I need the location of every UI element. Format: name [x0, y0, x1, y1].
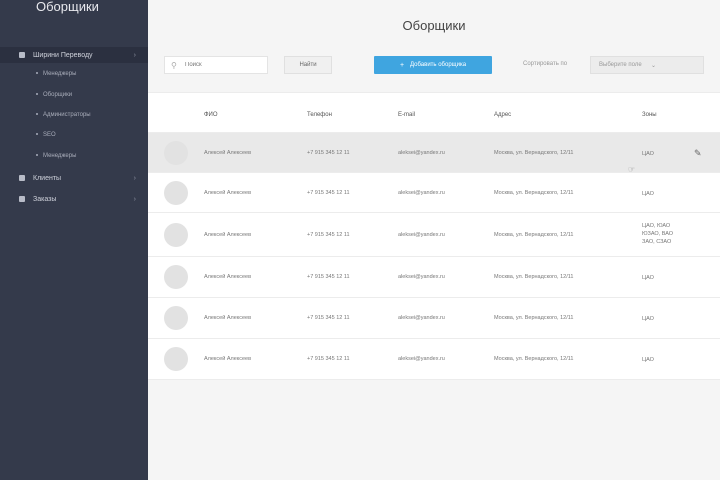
avatar: [164, 181, 188, 205]
cell-zones: ЦАО: [642, 357, 654, 363]
cell-email: aleksei@yandex.ru: [398, 315, 445, 321]
cell-zones: ЦАО: [642, 275, 654, 281]
avatar: [164, 141, 188, 165]
cell-address: Москва, ул. Вернадского, 12/11: [494, 150, 574, 156]
cell-zones: ЦАО: [642, 316, 654, 322]
users-icon: [19, 175, 25, 181]
cell-address: Москва, ул. Вернадского, 12/11: [494, 232, 574, 238]
chevron-right-icon: ›: [133, 51, 136, 59]
cell-zones: ЦАО: [642, 151, 654, 157]
bullet-icon: [36, 72, 38, 75]
table-header: ФИО Телефон E-mail Адрес Зоны: [148, 93, 720, 133]
chevron-right-icon: ›: [133, 195, 136, 203]
plus-icon: +: [399, 61, 405, 69]
table-row[interactable]: Алексей Алексеев +7 915 345 12 11 alekse…: [148, 133, 720, 174]
collectors-table: ФИО Телефон E-mail Адрес Зоны Алексей Ал…: [148, 92, 720, 380]
main-content: Оборщики ⚲ Найти + Добавить оборщика Сор…: [148, 0, 720, 480]
cell-phone: +7 915 345 12 11: [307, 150, 350, 156]
sidebar-group-label: Ширини Переводу: [33, 51, 93, 59]
bullet-icon: [36, 154, 38, 157]
column-header-email[interactable]: E-mail: [398, 112, 415, 118]
add-collector-button[interactable]: + Добавить оборщика: [374, 56, 492, 74]
cell-zones: ЦАО: [642, 191, 654, 197]
avatar: [164, 265, 188, 289]
sort-selected-value: Выберите поле: [599, 62, 642, 68]
cell-address: Москва, ул. Вернадского, 12/11: [494, 190, 574, 196]
cell-phone: +7 915 345 12 11: [307, 190, 350, 196]
cell-name: Алексей Алексеев: [204, 356, 252, 362]
column-header-address[interactable]: Адрес: [494, 112, 511, 118]
cell-phone: +7 915 345 12 11: [307, 274, 350, 280]
sidebar-subitem[interactable]: Менеджеры: [36, 71, 76, 77]
app-logo: Оборщики: [36, 0, 99, 14]
search-button[interactable]: Найти: [284, 56, 332, 74]
chevron-right-icon: ›: [133, 174, 136, 182]
cell-zones: ЦАО, ЮАО ЮЗАО, ВАО ЗАО, СЗАО: [642, 223, 674, 245]
cell-email: aleksei@yandex.ru: [398, 356, 445, 362]
cell-name: Алексей Алексеев: [204, 150, 252, 156]
pencil-icon[interactable]: ✎: [694, 148, 704, 158]
sidebar-group-1[interactable]: Клиенты ›: [0, 170, 148, 186]
sidebar-group-0[interactable]: Ширини Переводу ›: [0, 47, 148, 63]
cell-email: aleksei@yandex.ru: [398, 190, 445, 196]
table-row[interactable]: Алексей Алексеев +7 915 345 12 11 alekse…: [148, 339, 720, 380]
chevron-down-icon: ⌄: [651, 62, 657, 69]
search-input[interactable]: [185, 62, 265, 68]
cell-name: Алексей Алексеев: [204, 232, 252, 238]
search-box[interactable]: ⚲: [164, 56, 268, 74]
avatar: [164, 306, 188, 330]
table-row[interactable]: Алексей Алексеев +7 915 345 12 11 alekse…: [148, 213, 720, 257]
search-icon: ⚲: [171, 60, 177, 70]
cell-phone: +7 915 345 12 11: [307, 356, 350, 362]
sidebar-subitem[interactable]: Администраторы: [36, 112, 91, 118]
sidebar-group-2[interactable]: Заказы ›: [0, 191, 148, 207]
cell-phone: +7 915 345 12 11: [307, 232, 350, 238]
table-row[interactable]: Алексей Алексеев +7 915 345 12 11 alekse…: [148, 257, 720, 298]
cell-name: Алексей Алексеев: [204, 190, 252, 196]
sidebar-subitem[interactable]: Оборщики: [36, 92, 72, 98]
cell-email: aleksei@yandex.ru: [398, 150, 445, 156]
sort-select[interactable]: Выберите поле ⌄: [590, 56, 704, 74]
sidebar: Оборщики Ширини Переводу › Менеджеры Обо…: [0, 0, 148, 480]
cell-email: aleksei@yandex.ru: [398, 274, 445, 280]
sort-label: Сортировать по: [523, 61, 568, 67]
add-collector-label: Добавить оборщика: [410, 62, 467, 68]
cell-address: Москва, ул. Вернадского, 12/11: [494, 274, 574, 280]
sidebar-group-label: Клиенты: [33, 174, 62, 182]
bullet-icon: [36, 113, 38, 116]
sidebar-group-label: Заказы: [33, 195, 57, 203]
bullet-icon: [36, 133, 38, 136]
column-header-phone[interactable]: Телефон: [307, 112, 332, 118]
avatar: [164, 347, 188, 371]
cell-address: Москва, ул. Вернадского, 12/11: [494, 315, 574, 321]
table-row[interactable]: Алексей Алексеев +7 915 345 12 11 alekse…: [148, 173, 720, 213]
column-header-zones[interactable]: Зоны: [642, 112, 657, 118]
cell-phone: +7 915 345 12 11: [307, 315, 350, 321]
sidebar-subitem[interactable]: Менеджеры: [36, 153, 76, 159]
cell-email: aleksei@yandex.ru: [398, 232, 445, 238]
page-title: Оборщики: [402, 18, 466, 33]
cell-name: Алексей Алексеев: [204, 315, 252, 321]
table-row[interactable]: Алексей Алексеев +7 915 345 12 11 alekse…: [148, 298, 720, 339]
cell-address: Москва, ул. Вернадского, 12/11: [494, 356, 574, 362]
orders-icon: [19, 196, 25, 202]
folder-icon: [19, 52, 25, 58]
cell-name: Алексей Алексеев: [204, 274, 252, 280]
bullet-icon: [36, 93, 38, 96]
column-header-name[interactable]: ФИО: [204, 112, 218, 118]
avatar: [164, 223, 188, 247]
sidebar-subitem[interactable]: SEO: [36, 132, 56, 138]
